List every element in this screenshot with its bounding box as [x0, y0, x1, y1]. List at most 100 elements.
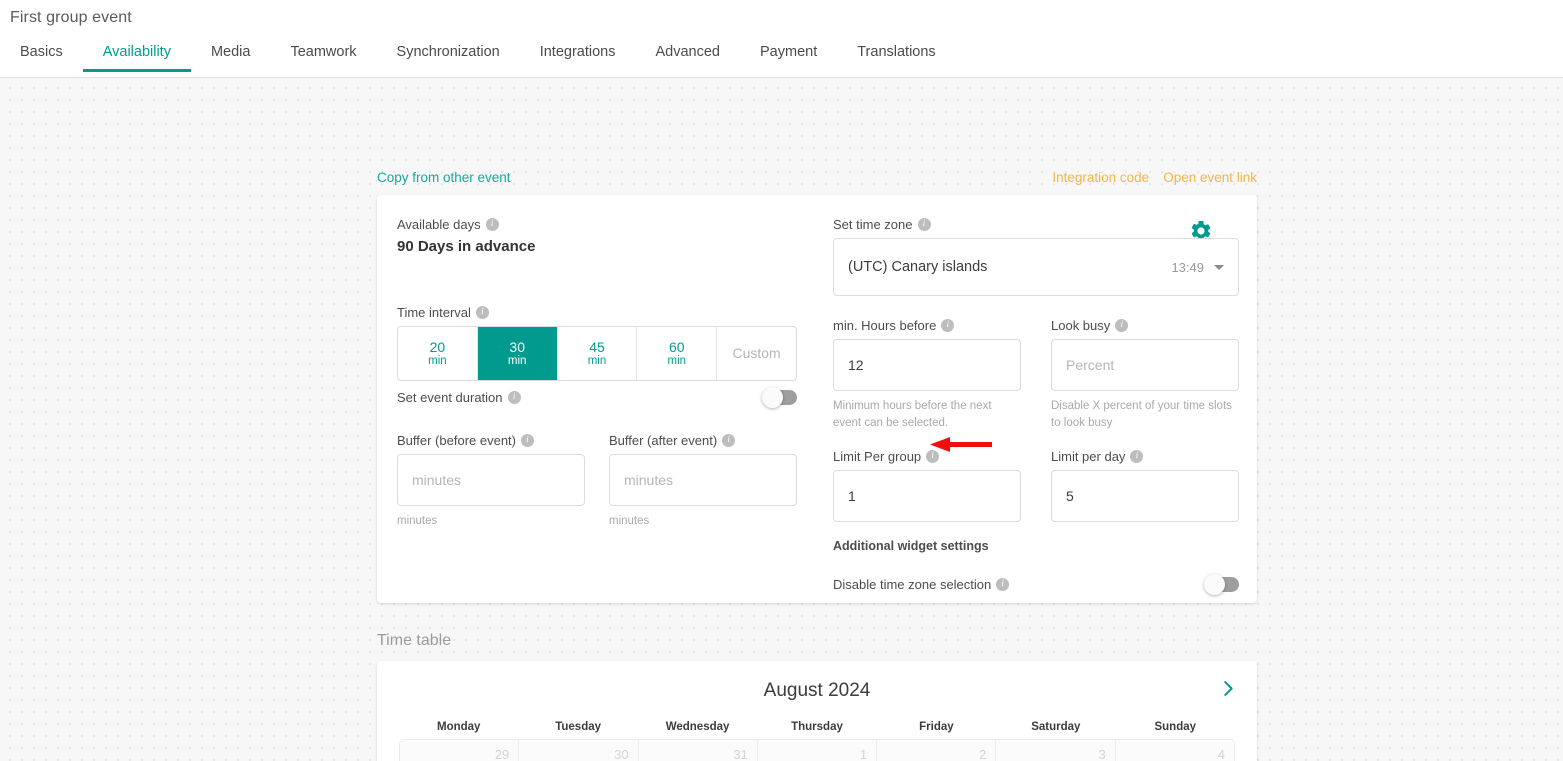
settings-left-column: Available days i 90 Days in advance: [397, 217, 797, 255]
calendar-weekday-friday: Friday: [919, 721, 954, 733]
additional-widget-settings-heading: Additional widget settings: [833, 539, 989, 554]
calendar-weekday-sunday: Sunday: [1154, 721, 1197, 733]
limit-per-group-info-icon[interactable]: i: [926, 450, 940, 464]
interval-option-number: 20: [429, 339, 446, 356]
calendar-day-number: 4: [1217, 747, 1225, 761]
calendar-header: August 2024: [377, 661, 1257, 721]
tab-integrations[interactable]: Integrations: [520, 38, 636, 72]
open-event-link[interactable]: Open event link: [1163, 170, 1257, 185]
available-days-info-icon[interactable]: i: [485, 218, 499, 231]
min-hours-label-row: min. Hours before i: [833, 318, 1021, 333]
interval-option-custom[interactable]: Custom: [717, 327, 796, 380]
interval-option-unit: min: [587, 354, 607, 367]
tab-media[interactable]: Media: [191, 38, 271, 72]
calendar-day-cell[interactable]: 3Week : 31: [996, 740, 1116, 761]
buffer-before-input[interactable]: [397, 454, 585, 506]
set-event-duration-label-row: Set event duration i: [397, 390, 521, 405]
limit-per-group-label-row: Limit Per group i: [833, 449, 1021, 464]
tab-availability[interactable]: Availability: [82, 38, 192, 72]
chevron-down-icon: [1214, 264, 1224, 270]
tab-basics[interactable]: Basics: [0, 38, 83, 72]
time-interval-group: Time interval i 20 min 30 min 45 min 60 min Cust…: [397, 305, 797, 381]
disable-timezone-row: Disable time zone selection i: [833, 574, 1239, 596]
available-days-value: 90 Days in advance: [397, 238, 536, 255]
limit-per-day-input[interactable]: [1051, 470, 1239, 523]
interval-option-45[interactable]: 45 min: [558, 327, 638, 380]
calendar-day-cell[interactable]: 3009:00 - 17:00Week : 31: [519, 740, 639, 761]
page-title: First group event: [10, 9, 132, 26]
buffer-before-info-icon[interactable]: i: [521, 434, 534, 447]
buffer-after-input[interactable]: [609, 454, 797, 506]
interval-option-unit: min: [667, 354, 687, 367]
calendar-day-cell[interactable]: 109:00 - 17:00Week : 31: [757, 740, 878, 761]
tab-teamwork[interactable]: Teamwork: [270, 38, 376, 72]
interval-custom-label: Custom: [732, 345, 781, 362]
min-hours-before-field: min. Hours before i Minimum hours before…: [833, 318, 1021, 431]
disable-timezone-label: Disable time zone selection: [833, 577, 992, 593]
look-busy-field: Look busy i Disable X percent of your ti…: [1051, 318, 1239, 431]
integration-code-link[interactable]: Integration code: [1052, 170, 1149, 185]
calendar-weekday-wednesday: Wednesday: [665, 721, 730, 733]
disable-timezone-info-icon[interactable]: i: [996, 578, 1010, 592]
time-interval-info-icon[interactable]: i: [475, 306, 489, 319]
tab-advanced[interactable]: Advanced: [636, 38, 741, 72]
buffer-before-hint: minutes: [397, 515, 438, 527]
look-busy-input[interactable]: [1051, 339, 1239, 391]
timezone-value: (UTC) Canary islands: [848, 259, 988, 275]
disable-timezone-toggle[interactable]: [1204, 574, 1239, 596]
calendar-day-number: 31: [733, 747, 748, 761]
calendar-day-number: 30: [614, 747, 629, 761]
limit-per-day-label: Limit per day: [1051, 449, 1126, 465]
calendar-day-number: 2: [979, 747, 987, 761]
interval-option-number: 45: [589, 339, 605, 356]
timezone-info-icon[interactable]: i: [917, 218, 931, 231]
chevron-right-icon[interactable]: [1217, 678, 1239, 705]
available-days-label-row: Available days i: [397, 217, 797, 232]
calendar-day-cell[interactable]: 209:00 - 17:00Week : 31: [877, 740, 997, 761]
buffer-after-label: Buffer (after event): [609, 433, 718, 448]
time-table-card: August 2024 Monday Tuesday Wednesday Thursd…: [377, 661, 1257, 761]
app-header: First group event Basics Availability Medi…: [0, 0, 1563, 78]
tab-synchronization[interactable]: Synchronization: [377, 38, 520, 72]
buffer-after-label-row: Buffer (after event) i: [609, 433, 797, 448]
calendar-day-cell[interactable]: 4Week : 31: [1115, 740, 1234, 761]
calendar-month-label: August 2024: [763, 680, 871, 701]
calendar-day-cell[interactable]: 2909:00 - 17:00Week : 31: [400, 740, 520, 761]
calendar-day-cell[interactable]: 3109:00 - 17:00Week : 31: [638, 740, 758, 761]
set-event-duration-info-icon[interactable]: i: [507, 391, 521, 404]
buffer-after-info-icon[interactable]: i: [722, 434, 736, 447]
look-busy-label-row: Look busy i: [1051, 318, 1239, 333]
set-event-duration-toggle[interactable]: [762, 387, 797, 408]
min-hours-info-icon[interactable]: i: [941, 319, 955, 332]
limit-per-day-info-icon[interactable]: i: [1130, 450, 1144, 464]
buffer-before-label: Buffer (before event): [397, 433, 516, 448]
tab-payment[interactable]: Payment: [740, 38, 837, 72]
timezone-clock: 13:49: [1171, 259, 1204, 275]
copy-from-other-event-link[interactable]: Copy from other event: [377, 170, 511, 185]
interval-option-20[interactable]: 20 min: [398, 327, 478, 380]
set-event-duration-label: Set event duration: [397, 390, 503, 405]
link-bar-right-group: Integration code Open event link: [1052, 170, 1257, 185]
link-bar: Copy from other event Integration code O…: [377, 170, 1257, 185]
tab-translations[interactable]: Translations: [837, 38, 955, 72]
interval-option-unit: min: [507, 354, 527, 367]
limit-per-group-field: Limit Per group i: [833, 449, 1021, 523]
timezone-select[interactable]: (UTC) Canary islands 13:49: [833, 238, 1239, 296]
time-interval-label: Time interval: [397, 305, 471, 320]
interval-option-60[interactable]: 60 min: [637, 327, 718, 380]
look-busy-label: Look busy: [1051, 318, 1111, 333]
timezone-label-row: Set time zone i: [833, 217, 1239, 232]
timezone-label: Set time zone: [833, 217, 913, 232]
set-event-duration-row: Set event duration i: [397, 387, 797, 408]
disable-timezone-label-row: Disable time zone selection i: [833, 577, 1010, 593]
calendar-day-number: 29: [494, 747, 510, 761]
look-busy-info-icon[interactable]: i: [1115, 319, 1129, 332]
limit-per-group-input[interactable]: [833, 470, 1021, 523]
calendar-weekday-tuesday: Tuesday: [555, 721, 602, 733]
time-interval-label-row: Time interval i: [397, 305, 797, 320]
interval-option-30[interactable]: 30 min: [477, 327, 558, 380]
limit-per-day-label-row: Limit per day i: [1051, 449, 1239, 464]
min-hours-hint: Minimum hours before the next event can …: [833, 400, 992, 429]
min-hours-input[interactable]: [833, 339, 1021, 391]
available-days-label: Available days: [397, 217, 481, 232]
